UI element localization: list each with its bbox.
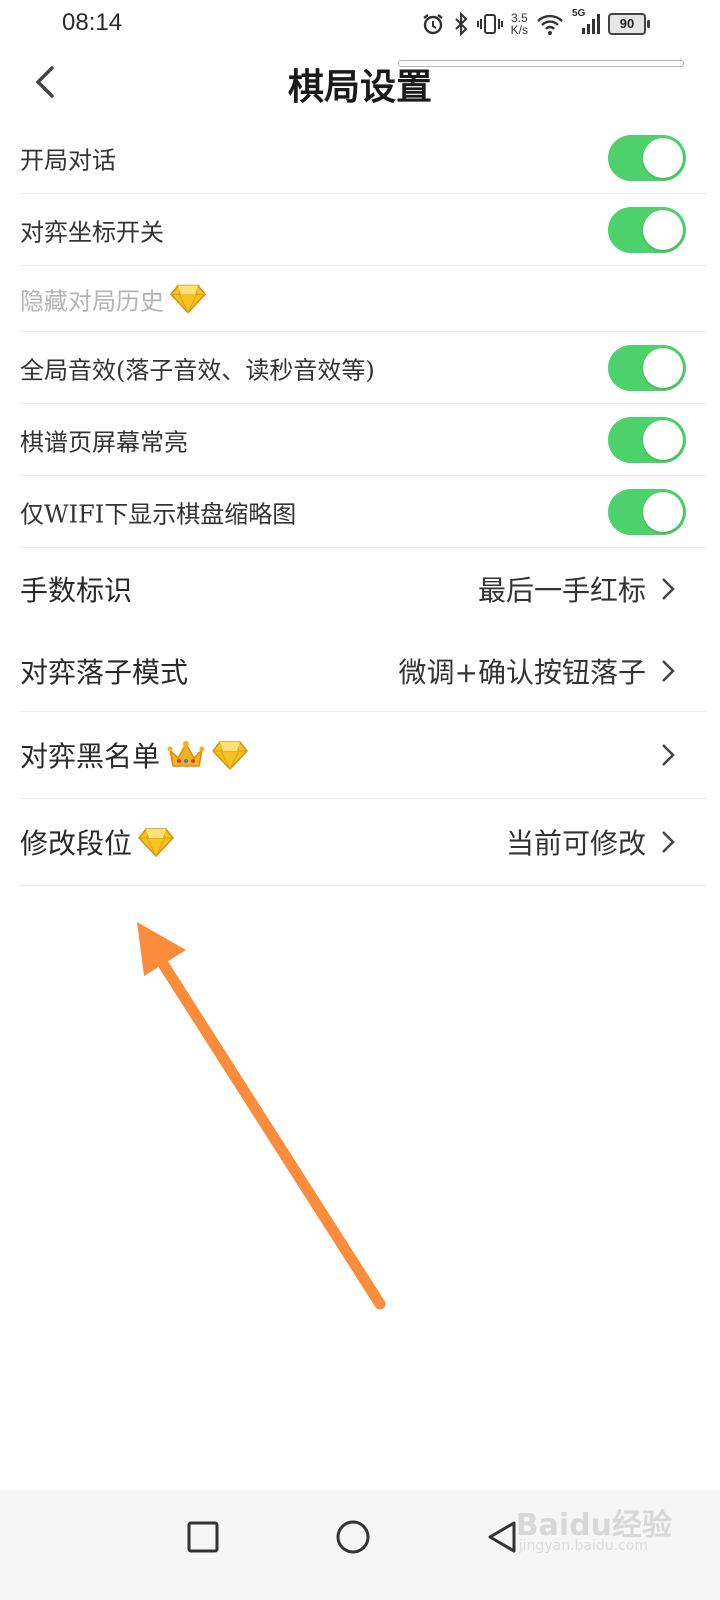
setting-label: 棋谱页屏幕常亮 — [20, 428, 188, 456]
signal-icon: 5G — [572, 8, 600, 36]
setting-label: 隐藏对局历史 — [20, 281, 206, 316]
setting-wifi-thumbnail: 仅WIFI下显示棋盘缩略图 — [20, 476, 706, 548]
setting-place-mode[interactable]: 对弈落子模式 微调+确认按钮落子 — [20, 630, 706, 712]
diamond-icon — [138, 828, 175, 858]
alarm-icon — [421, 12, 445, 36]
setting-blacklist[interactable]: 对弈黑名单 — [20, 712, 706, 799]
wifi-icon — [536, 12, 564, 36]
hide-history-label: 隐藏对局历史 — [20, 287, 164, 315]
toggle-knob — [643, 491, 683, 532]
header: 棋局设置 — [0, 50, 720, 122]
setting-label: 仅WIFI下显示棋盘缩略图 — [20, 500, 297, 528]
chevron-right-icon — [662, 744, 675, 766]
chevron-right-icon — [662, 578, 675, 600]
wifi-thumbnail-toggle[interactable] — [608, 488, 686, 535]
place-mode-value: 微调+确认按钮落子 — [398, 655, 646, 689]
recent-apps-button[interactable] — [178, 1512, 228, 1562]
chevron-right-icon — [662, 831, 675, 853]
global-sound-toggle[interactable] — [608, 344, 686, 391]
opening-dialog-toggle[interactable] — [608, 134, 686, 181]
setting-label: 全局音效(落子音效、读秒音效等) — [20, 356, 375, 384]
annotation-arrow-head — [137, 922, 186, 976]
blacklist-label: 对弈黑名单 — [20, 740, 161, 773]
move-marker-value: 最后一手红标 — [477, 574, 646, 607]
setting-hide-history[interactable]: 隐藏对局历史 — [20, 266, 706, 332]
setting-label: 手数标识 — [20, 574, 133, 607]
battery-icon: 90 — [608, 13, 650, 35]
chevron-right-icon — [662, 659, 675, 682]
page-title: 棋局设置 — [287, 66, 432, 108]
setting-label: 对弈落子模式 — [20, 655, 189, 689]
setting-opening-dialog: 开局对话 — [20, 122, 706, 194]
setting-move-marker[interactable]: 手数标识 最后一手红标 — [20, 548, 706, 630]
toggle-knob — [643, 347, 683, 388]
network-type: 5G — [572, 8, 586, 19]
bluetooth-icon — [453, 12, 469, 36]
home-button[interactable] — [328, 1512, 378, 1562]
setting-modify-rank[interactable]: 修改段位 当前可修改 — [20, 799, 706, 886]
modify-rank-value: 当前可修改 — [505, 827, 646, 860]
settings-list: 开局对话 对弈坐标开关 隐藏对局历史 全局音效(落子音效、读秒音效等) 棋谱页屏… — [0, 122, 720, 886]
setting-label: 开局对话 — [20, 146, 116, 174]
vibrate-icon — [476, 12, 503, 36]
watermark-url: jingyan.baidu.com — [518, 1538, 648, 1554]
setting-label: 修改段位 — [20, 822, 175, 862]
setting-label: 对弈黑名单 — [20, 735, 249, 775]
modify-rank-label: 修改段位 — [20, 827, 133, 860]
setting-screen-on: 棋谱页屏幕常亮 — [20, 404, 706, 476]
setting-global-sound: 全局音效(落子音效、读秒音效等) — [20, 332, 706, 404]
status-bar: 08:14 3.5 K/s 5G 90 — [0, 0, 720, 50]
net-speed-unit: K/s — [510, 23, 528, 37]
toggle-knob — [643, 137, 683, 178]
diamond-icon — [212, 741, 249, 771]
annotation-arrow-shaft — [152, 950, 386, 1310]
toggle-knob — [643, 419, 683, 460]
status-icons: 3.5 K/s 5G 90 — [421, 8, 650, 40]
screen-on-toggle[interactable] — [608, 416, 686, 463]
net-speed: 3.5 K/s — [511, 12, 528, 36]
crown-icon — [167, 741, 205, 767]
setting-label: 对弈坐标开关 — [20, 218, 164, 246]
nav-bar: Baidu经验 jingyan.baidu.com — [0, 1490, 720, 1600]
toggle-knob — [643, 209, 683, 250]
diamond-icon — [170, 284, 206, 314]
setting-coordinates: 对弈坐标开关 — [20, 194, 706, 266]
status-time: 08:14 — [62, 9, 123, 36]
coordinates-toggle[interactable] — [608, 206, 686, 253]
